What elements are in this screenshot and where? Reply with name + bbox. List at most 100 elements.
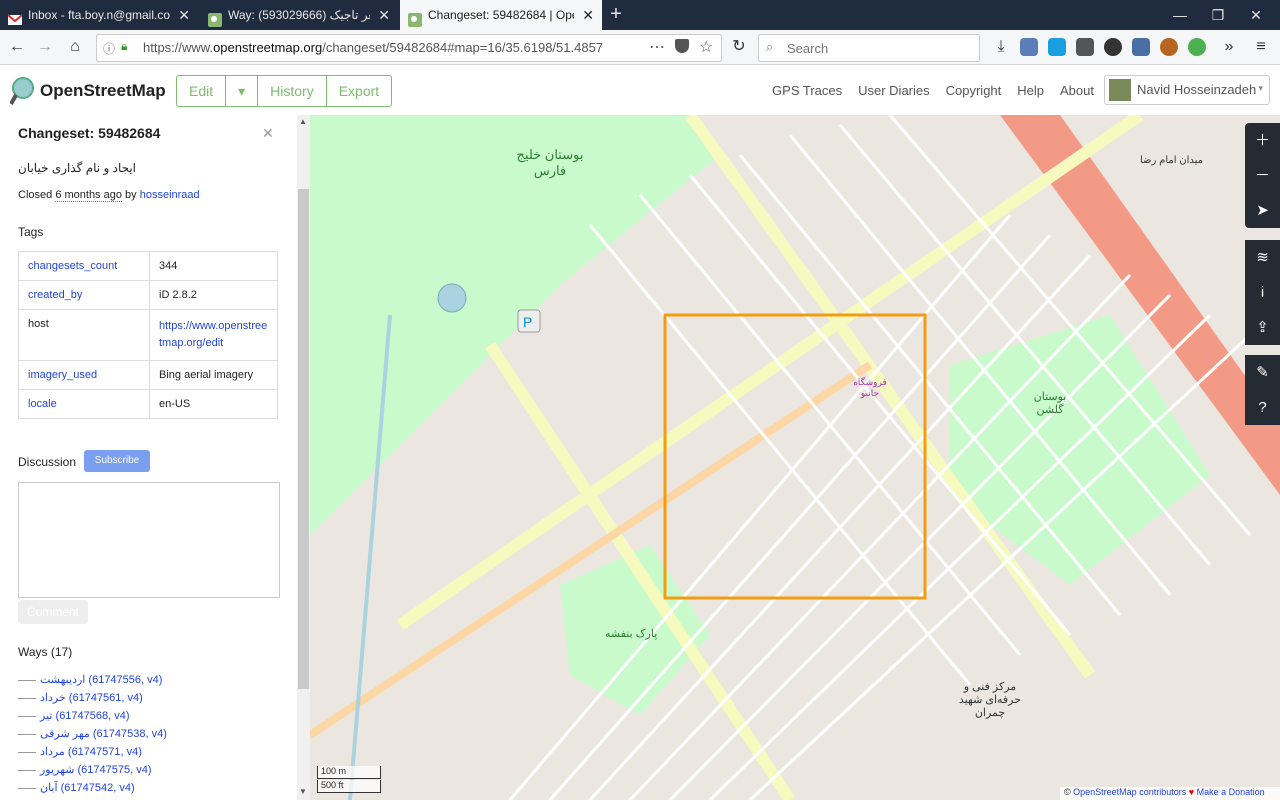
info-icon[interactable]: i	[1245, 275, 1280, 310]
subscribe-button[interactable]: Subscribe	[84, 450, 150, 472]
map-scale: 100 m 500 ft	[317, 766, 381, 794]
heart-icon: ♥	[1188, 787, 1195, 797]
maximize-button[interactable]: ❐	[1198, 0, 1238, 30]
map-attribution: © OpenStreetMap contributors ♥ Make a Do…	[1060, 787, 1280, 800]
extension-icon[interactable]	[1076, 38, 1094, 56]
ways-heading: Ways (17)	[18, 645, 73, 659]
browser-toolbar: ← → ⌂ ⓘ 🔒︎ https://www.openstreetmap.org…	[0, 30, 1280, 65]
sidebar-scrollbar[interactable]: ▲ ▼	[297, 115, 310, 800]
close-tab-icon[interactable]: ✕	[582, 0, 594, 30]
nav-gps-traces[interactable]: GPS Traces	[772, 83, 842, 98]
nav-help[interactable]: Help	[1017, 83, 1044, 98]
map-label-park: بوستان خلیج فارس	[516, 147, 584, 178]
browser-tab-bar: Inbox - fta.boy.n@gmail.com - ✕ Way: اصغ…	[0, 0, 1280, 30]
list-item[interactable]: خرداد (61747561, v4)	[18, 689, 167, 707]
shield-icon[interactable]	[1132, 38, 1150, 56]
brand-title[interactable]: OpenStreetMap	[40, 81, 166, 101]
close-window-button[interactable]: ✕	[1236, 0, 1276, 30]
nav-about[interactable]: About	[1060, 83, 1094, 98]
new-tab-button[interactable]: +	[604, 0, 628, 30]
map-graphic[interactable]: P	[310, 115, 1280, 800]
edit-button[interactable]: Edit	[177, 76, 227, 106]
history-button[interactable]: History	[258, 76, 327, 106]
osm-logo-icon[interactable]	[9, 77, 34, 105]
nav-copyright[interactable]: Copyright	[946, 83, 1002, 98]
tags-heading: Tags	[18, 225, 44, 239]
add-note-icon[interactable]: ✎	[1245, 355, 1280, 390]
map-label-park: پارک بنفشه	[605, 628, 658, 640]
overflow-menu-icon[interactable]: »	[1218, 36, 1240, 58]
locate-icon[interactable]: ➤	[1245, 193, 1280, 228]
attribution-link[interactable]: OpenStreetMap contributors	[1073, 787, 1186, 797]
address-bar[interactable]: ⓘ 🔒︎ https://www.openstreetmap.org/chang…	[96, 34, 722, 62]
tab-changeset[interactable]: Changeset: 59482684 | OpenStre ✕	[400, 0, 602, 30]
hamburger-menu-icon[interactable]: ≡	[1250, 36, 1272, 58]
minimize-button[interactable]: —	[1160, 0, 1200, 30]
forward-icon[interactable]: →	[34, 36, 56, 58]
discussion-textarea[interactable]	[18, 482, 280, 598]
more-actions-icon[interactable]: ⋯	[649, 37, 665, 57]
map-label-park: بوستان گلشن	[1033, 391, 1067, 416]
svg-text:P: P	[523, 314, 532, 330]
download-icon[interactable]: ⤓	[990, 36, 1012, 58]
bookmark-star-icon[interactable]: ☆	[699, 37, 713, 57]
table-row: host https://www.openstreetmap.org/edit	[18, 309, 278, 361]
list-item[interactable]: آبان (61747542, v4)	[18, 779, 167, 797]
top-nav: GPS Traces User Diaries Copyright Help A…	[772, 83, 1094, 98]
info-icon[interactable]: ⓘ	[103, 40, 115, 57]
pocket-icon[interactable]	[675, 39, 689, 53]
zoom-controls: ＋ － ➤	[1245, 123, 1280, 228]
search-input[interactable]	[785, 38, 969, 58]
donate-link[interactable]: Make a Donation	[1197, 787, 1265, 797]
table-row: locale en-US	[18, 389, 278, 419]
nav-user-diaries[interactable]: User Diaries	[858, 83, 930, 98]
changeset-comment: ایجاد و نام گذاری خیابان	[18, 161, 137, 175]
comment-button[interactable]: Comment	[18, 600, 88, 624]
extension-icon[interactable]	[1104, 38, 1122, 56]
export-button[interactable]: Export	[327, 76, 391, 106]
zoom-in-icon[interactable]: ＋	[1245, 123, 1280, 158]
list-item[interactable]: شهریور (61747575, v4)	[18, 761, 167, 779]
scroll-down-icon[interactable]: ▼	[299, 787, 307, 796]
extension-icon[interactable]	[1048, 38, 1066, 56]
list-item[interactable]: اردیبهشت (61747556, v4)	[18, 671, 167, 689]
lock-icon: 🔒︎	[121, 39, 128, 53]
close-tab-icon[interactable]: ✕	[178, 0, 190, 30]
map-note-controls: ✎ ?	[1245, 355, 1280, 425]
scrollbar-thumb[interactable]	[298, 189, 309, 689]
discussion-heading: Discussion	[18, 455, 77, 469]
table-row: changesets_count 344	[18, 251, 278, 281]
extension-icon[interactable]	[1160, 38, 1178, 56]
ways-list: اردیبهشت (61747556, v4) خرداد (61747561,…	[18, 671, 167, 797]
map-canvas[interactable]: P بوستان خلیج فارس بوستان گلشن پارک بنفش…	[310, 115, 1280, 800]
changeset-sidebar: Changeset: 59482684 ✕ ایجاد و نام گذاری …	[0, 115, 297, 800]
user-link[interactable]: hosseinraad	[140, 189, 200, 201]
query-icon[interactable]: ?	[1245, 390, 1280, 425]
extension-icon[interactable]	[1020, 38, 1038, 56]
table-row: imagery_used Bing aerial imagery	[18, 360, 278, 390]
list-item[interactable]: مهر شرقی (61747538, v4)	[18, 725, 167, 743]
list-item[interactable]: تیر (61747568, v4)	[18, 707, 167, 725]
osm-header: OpenStreetMap Edit ▾ History Export GPS …	[0, 65, 1280, 115]
page-title: Changeset: 59482684	[18, 125, 161, 141]
zoom-out-icon[interactable]: －	[1245, 158, 1280, 193]
reload-icon[interactable]: ↻	[728, 36, 750, 58]
close-tab-icon[interactable]: ✕	[378, 0, 390, 30]
scroll-up-icon[interactable]: ▲	[299, 117, 307, 126]
gmail-icon	[7, 8, 23, 25]
layers-icon[interactable]: ≋	[1245, 240, 1280, 275]
close-icon[interactable]: ✕	[262, 125, 274, 142]
map-label-shop: فروشگاه جانبو	[853, 377, 887, 398]
home-icon[interactable]: ⌂	[64, 36, 86, 58]
tab-way[interactable]: Way: اصغر تاجیک (593029666) | O ✕	[200, 0, 398, 30]
extension-icon[interactable]	[1188, 38, 1206, 56]
user-menu-button[interactable]: Navid Hosseinzadeh ▾	[1104, 75, 1270, 105]
osm-icon	[208, 8, 222, 27]
edit-dropdown-button[interactable]: ▾	[226, 76, 259, 106]
back-icon[interactable]: ←	[6, 36, 28, 58]
tab-gmail[interactable]: Inbox - fta.boy.n@gmail.com - ✕	[0, 0, 198, 30]
search-box[interactable]: ⌕	[758, 34, 980, 62]
share-icon[interactable]: ⇪	[1245, 310, 1280, 345]
list-item[interactable]: مرداد (61747571, v4)	[18, 743, 167, 761]
closed-time: 6 months ago	[55, 189, 122, 202]
